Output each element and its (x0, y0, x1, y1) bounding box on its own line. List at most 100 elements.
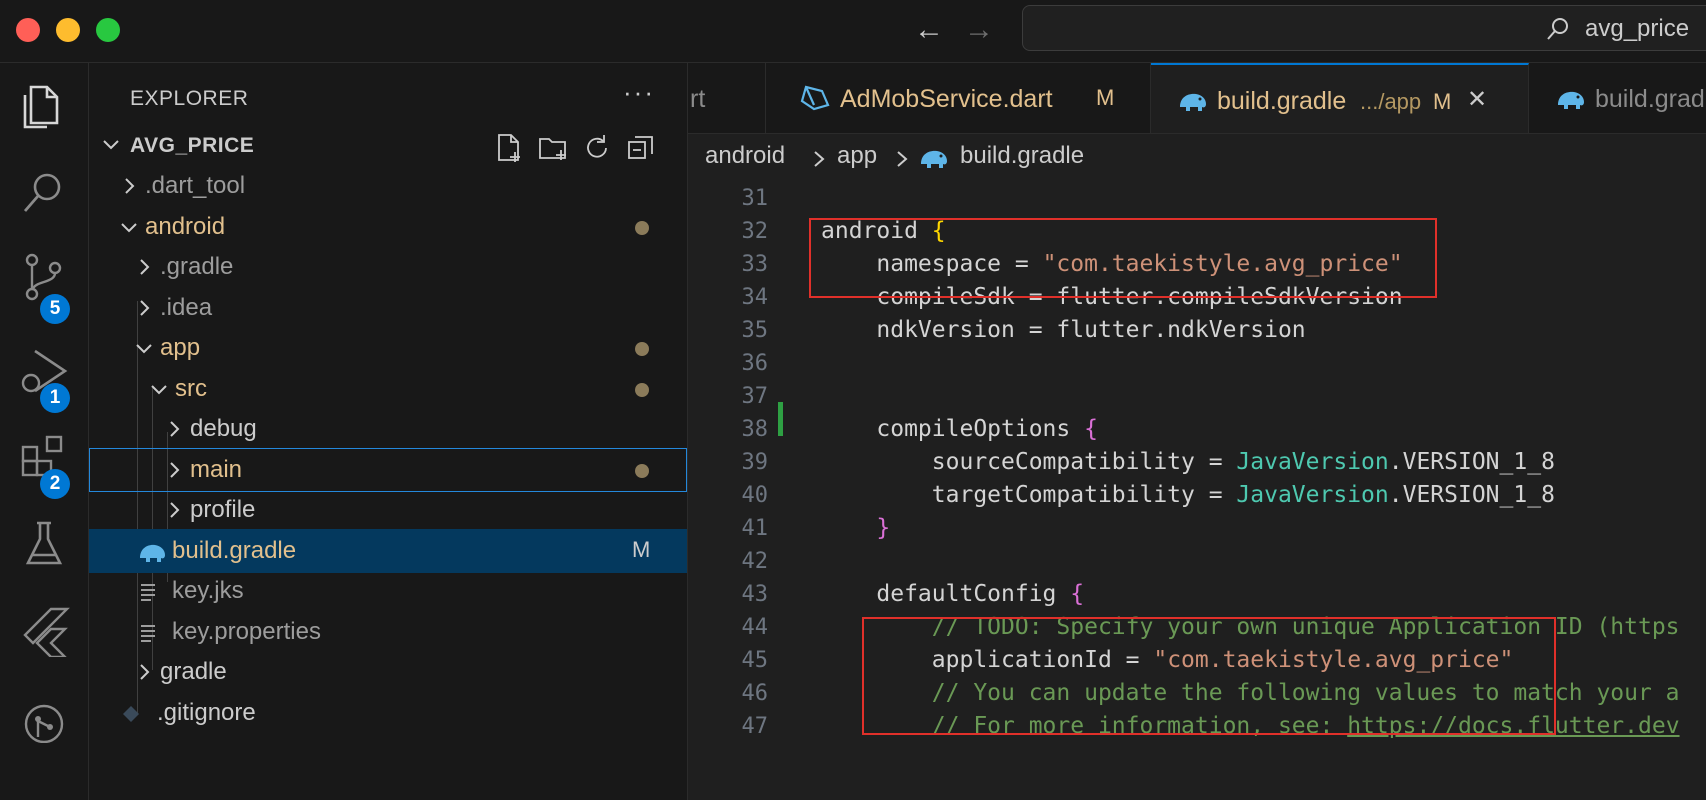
breadcrumb-app[interactable]: app (837, 142, 877, 170)
editor-tabs: rt AdMobService.dart M build.gradle .../… (688, 63, 1706, 134)
tree-item-label: profile (190, 496, 256, 523)
new-file-icon[interactable] (493, 132, 525, 164)
breadcrumb-build-gradle[interactable]: build.gradle (960, 142, 1084, 170)
explorer-icon[interactable] (17, 79, 71, 133)
chevron-right-icon (140, 299, 150, 316)
tree-item[interactable]: gradle (89, 650, 687, 694)
forward-arrow-icon[interactable]: → (964, 10, 994, 50)
tree-item-label: debug (190, 415, 257, 442)
search-icon (1547, 18, 1568, 40)
chevron-right-icon (814, 151, 825, 167)
chevron-down-icon (151, 384, 167, 394)
tree-item[interactable]: key.jks (89, 569, 687, 613)
tree-item-label: android (145, 212, 226, 240)
tree-item-label: .gitignore (157, 698, 256, 726)
run-debug-badge: 1 (40, 383, 70, 413)
search-icon[interactable] (17, 165, 71, 219)
line-number: 42 (741, 549, 769, 574)
code-line[interactable]: 36 (688, 345, 1706, 381)
tree-item-label: main (190, 455, 243, 483)
tree-item[interactable]: .dart_tool (89, 164, 687, 208)
code-line[interactable]: 43 defaultConfig { (688, 576, 1706, 612)
tab-truncated[interactable]: rt (688, 63, 766, 133)
highlight-box-namespace (809, 218, 1437, 298)
breadcrumb-android[interactable]: android (705, 142, 785, 170)
tree-item[interactable]: app (89, 326, 687, 370)
tab-admobservice[interactable]: AdMobService.dart M (766, 63, 1151, 133)
tab-build-gradle-app[interactable]: build.gradle .../app M ✕ (1151, 63, 1529, 133)
code-line[interactable]: 42 (688, 543, 1706, 579)
flutter-icon[interactable] (17, 603, 71, 659)
modified-dot (635, 382, 649, 397)
gradle-elephant-icon (140, 544, 165, 562)
extensions-badge: 2 (40, 469, 70, 499)
line-number: 37 (741, 384, 769, 409)
tree-item-label: .gradle (160, 253, 234, 280)
chevron-right-icon (897, 151, 908, 167)
line-number: 44 (741, 615, 769, 640)
more-actions-icon[interactable]: ··· (623, 77, 655, 108)
tree-item[interactable]: android (89, 205, 687, 249)
tree-item-label: key.properties (172, 617, 321, 645)
gradle-elephant-icon (921, 150, 947, 168)
close-window-button[interactable] (16, 18, 40, 42)
code-line[interactable]: 41 } (688, 510, 1706, 546)
title-bar: ← → avg_price (0, 0, 1706, 63)
tree-item-label: key.jks (172, 577, 244, 604)
tree-item[interactable]: src (89, 367, 687, 411)
chevron-right-icon (125, 178, 135, 194)
line-number: 33 (741, 252, 769, 277)
git-added-marker (778, 402, 783, 436)
chevron-down-icon (121, 222, 137, 232)
tree-item-label: gradle (160, 658, 227, 685)
code-line[interactable]: 31 (688, 180, 1706, 216)
chevron-right-icon (140, 664, 150, 680)
modified-dot (635, 342, 649, 356)
tree-item[interactable]: .gradle (89, 245, 687, 289)
collapse-all-icon[interactable] (625, 132, 657, 164)
code-line[interactable]: 35 ndkVersion = flutter.ndkVersion (688, 312, 1706, 348)
chevron-right-icon (170, 461, 180, 478)
tab-build-gradle[interactable]: build.grad (1529, 63, 1706, 133)
tree-item[interactable]: .gitignore (89, 691, 687, 735)
line-number: 31 (741, 186, 769, 211)
refresh-icon[interactable] (581, 132, 613, 164)
tree-item[interactable]: key.properties (89, 610, 687, 654)
code-text: compileOptions { (821, 416, 1098, 442)
code-line[interactable]: 37 (688, 378, 1706, 414)
tree-item-label: .idea (160, 293, 213, 321)
code-line[interactable]: 38 compileOptions { (688, 411, 1706, 447)
line-number: 36 (741, 351, 769, 376)
line-number: 45 (741, 648, 769, 673)
new-folder-icon[interactable] (537, 132, 569, 164)
line-number: 47 (741, 714, 769, 739)
testing-icon[interactable] (17, 517, 71, 571)
tree-item[interactable]: build.gradle M (89, 528, 687, 573)
modified-dot (635, 220, 649, 235)
line-number: 40 (741, 483, 769, 508)
code-editor[interactable]: 31 32 android {33 namespace = "com.taekist… (688, 180, 1706, 800)
close-tab-icon[interactable]: ✕ (1467, 85, 1487, 114)
command-center-search[interactable]: avg_price (1022, 5, 1706, 51)
chevron-right-icon (170, 502, 180, 518)
line-number: 38 (741, 417, 769, 442)
tree-item[interactable]: .idea (89, 286, 687, 330)
tree-item[interactable]: main (89, 447, 687, 492)
git-modified-badge: M (632, 536, 651, 562)
tree-item[interactable]: profile (89, 488, 687, 532)
back-arrow-icon[interactable]: ← (914, 10, 944, 50)
minimize-window-button[interactable] (56, 18, 80, 42)
code-line[interactable]: 39 sourceCompatibility = JavaVersion.VER… (688, 444, 1706, 480)
tree-item[interactable]: debug (89, 407, 687, 451)
project-header[interactable]: AVG_PRICE (89, 126, 687, 166)
project-name: AVG_PRICE (130, 134, 255, 157)
line-number: 39 (741, 450, 769, 475)
text-file-icon (141, 584, 155, 601)
code-line[interactable]: 40 targetCompatibility = JavaVersion.VER… (688, 477, 1706, 513)
git-graph-icon[interactable] (17, 689, 71, 744)
maximize-window-button[interactable] (96, 18, 120, 42)
tree-item-label: build.gradle (172, 536, 297, 564)
line-number: 46 (741, 681, 769, 706)
chevron-down-icon (103, 140, 119, 150)
breadcrumb: android app build.gradle (688, 134, 1706, 180)
